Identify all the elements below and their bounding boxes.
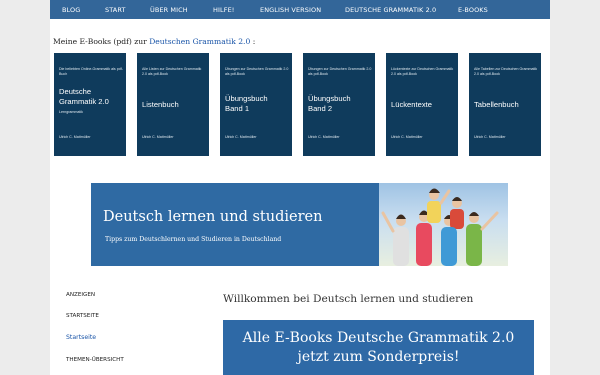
banner-subtitle: Tipps zum Deutschlernen und Studieren in… xyxy=(105,236,282,243)
nav-blog[interactable]: BLOG xyxy=(62,6,80,14)
book-author: Ulrich C. Mattmüller xyxy=(474,135,506,139)
intro-suffix: : xyxy=(250,37,256,46)
book-author: Ulrich C. Mattmüller xyxy=(142,135,174,139)
site-banner: Deutsch lernen und studieren Tipps zum D… xyxy=(91,183,508,266)
ebook-tabellenbuch[interactable]: Alle Tabellen zur Deutschen Grammatik 2.… xyxy=(469,53,541,156)
book-subtitle: Lückentexte zur Deutschen Grammatik 2.0 … xyxy=(391,67,454,76)
book-author: Ulrich C. Mattmüller xyxy=(225,135,257,139)
book-title-line2: Grammatik 2.0 xyxy=(59,97,109,106)
book-subtitle: Übungen zur Deutschen Grammatik 2.0 als … xyxy=(308,67,372,76)
sidebar-link-start[interactable]: Startseite xyxy=(66,334,96,341)
nav-english[interactable]: ENGLISH VERSION xyxy=(260,6,321,14)
sidebar-heading-ads: ANZEIGEN xyxy=(66,292,96,298)
book-subtitle: Die beliebten Online-Grammatik als pdf-B… xyxy=(59,67,123,76)
book-subtitle: Alle Tabellen zur Deutschen Grammatik 2.… xyxy=(474,67,538,76)
nav-ebooks[interactable]: E-BOOKS xyxy=(458,6,488,14)
book-title-line1: Tabellenbuch xyxy=(474,100,519,109)
ebooks-promo-banner[interactable]: Alle E-Books Deutsche Grammatik 2.0 jetz… xyxy=(223,320,534,375)
students-photo xyxy=(379,183,508,266)
book-title-line1: Übungsbuch xyxy=(225,94,268,103)
book-author: Ulrich C. Mattmüller xyxy=(308,135,340,139)
book-subtitle: Übungen zur Deutschen Grammatik 2.0 als … xyxy=(225,67,289,76)
nav-about[interactable]: ÜBER MICH xyxy=(150,6,188,14)
nav-start[interactable]: START xyxy=(105,6,126,14)
book-subtitle: Alle Listen zur Deutschen Grammatik 2.0 … xyxy=(142,67,202,76)
book-title-line2: Band 1 xyxy=(225,104,250,113)
book-extra: Lerngrammatik xyxy=(59,110,83,114)
ebook-uebungsbuch-2[interactable]: Übungen zur Deutschen Grammatik 2.0 als … xyxy=(303,53,375,156)
book-title-line1: Übungsbuch xyxy=(308,94,351,103)
grammar-link[interactable]: Deutschen Grammatik 2.0 xyxy=(149,37,250,46)
ebooks-intro: Meine E-Books (pdf) zur Deutschen Gramma… xyxy=(53,37,255,46)
banner-title: Deutsch lernen und studieren xyxy=(103,209,323,225)
book-title-line2: Band 2 xyxy=(308,104,333,113)
ebook-covers: Die beliebten Online-Grammatik als pdf-B… xyxy=(0,53,600,157)
page-title: Willkommen bei Deutsch lernen und studie… xyxy=(223,293,474,305)
book-title-line1: Lückentexte xyxy=(391,100,432,109)
ebook-grammatik[interactable]: Die beliebten Online-Grammatik als pdf-B… xyxy=(54,53,126,156)
promo-line1: Alle E-Books Deutsche Grammatik 2.0 xyxy=(242,330,515,346)
ebook-uebungsbuch-1[interactable]: Übungen zur Deutschen Grammatik 2.0 als … xyxy=(220,53,292,156)
book-author: Ulrich C. Mattmüller xyxy=(59,135,91,139)
sidebar-heading-topics: THEMEN-ÜBERSICHT xyxy=(66,357,124,363)
book-author: Ulrich C. Mattmüller xyxy=(391,135,423,139)
ebook-listenbuch[interactable]: Alle Listen zur Deutschen Grammatik 2.0 … xyxy=(137,53,209,156)
intro-text: Meine E-Books (pdf) zur xyxy=(53,37,150,46)
book-title-line1: Deutsche xyxy=(59,87,92,96)
students-photo-illustration xyxy=(381,188,499,266)
top-navigation: BLOG START ÜBER MICH HILFE! ENGLISH VERS… xyxy=(50,0,550,19)
ebook-lueckentexte[interactable]: Lückentexte zur Deutschen Grammatik 2.0 … xyxy=(386,53,458,156)
book-title-line1: Listenbuch xyxy=(142,100,179,109)
nav-help[interactable]: HILFE! xyxy=(213,6,234,14)
nav-grammar[interactable]: DEUTSCHE GRAMMATIK 2.0 xyxy=(345,6,436,14)
sidebar-heading-start: STARTSEITE xyxy=(66,313,99,319)
promo-line2: jetzt zum Sonderpreis! xyxy=(297,349,460,365)
